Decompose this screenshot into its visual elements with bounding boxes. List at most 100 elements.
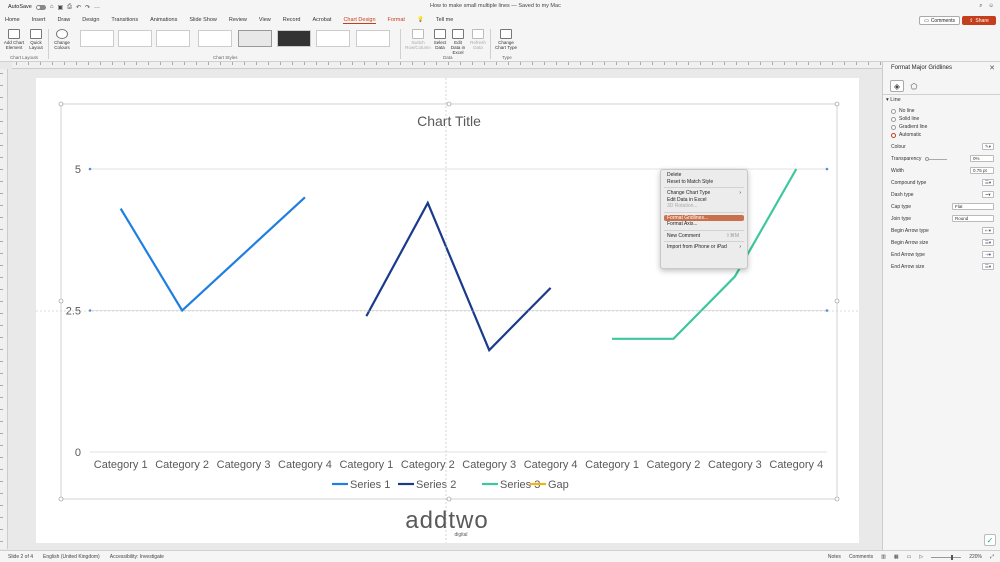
legend-label[interactable]: Gap [548, 479, 569, 491]
width-field[interactable]: 0.75 pt [970, 167, 994, 174]
slide-info: Slide 2 of 4 [8, 554, 34, 560]
radio-no-line[interactable]: No line [891, 108, 915, 114]
begin-arrow-size-icon[interactable]: ☰▾ [982, 239, 994, 246]
menu-item-3d-rotation[interactable]: 3D Rotation... [664, 203, 744, 210]
gridline-handle[interactable] [825, 167, 829, 171]
legend-label[interactable]: Series 1 [350, 479, 390, 491]
edit-data-in-excel-button[interactable]: Edit Data in Excel [449, 29, 467, 55]
checkmark-icon[interactable]: ✓ [984, 534, 996, 546]
chart-style-8[interactable] [356, 30, 390, 47]
menu-item-reset-to-match-style[interactable]: Reset to Match Style [664, 179, 744, 186]
select-data-button[interactable]: Select Data [433, 29, 447, 50]
resize-handle[interactable] [834, 298, 840, 304]
zoom-slider[interactable] [931, 554, 962, 560]
tab-acrobat[interactable]: Acrobat [312, 17, 331, 23]
tab-chart-design[interactable]: Chart Design [343, 17, 376, 24]
slideshow-icon[interactable]: ▷ [919, 554, 923, 560]
more-icon[interactable]: … [94, 4, 100, 10]
chart-style-4[interactable] [198, 30, 232, 47]
menu-item-new-comment[interactable]: New Comment ⇧⌘M [664, 233, 744, 240]
change-chart-type-button[interactable]: Change Chart Type [494, 29, 518, 50]
zoom-level[interactable]: 220% [969, 554, 982, 560]
tab-insert[interactable]: Insert [32, 17, 46, 23]
transparency-slider[interactable] [925, 157, 947, 161]
tab-draw[interactable]: Draw [57, 17, 70, 23]
section-line-header[interactable]: ▾ Line [886, 97, 901, 103]
resize-handle[interactable] [58, 496, 64, 502]
chart-style-2[interactable] [118, 30, 152, 47]
close-icon[interactable]: ✕ [989, 64, 995, 72]
chart-style-7[interactable] [316, 30, 350, 47]
end-arrow-type-icon[interactable]: ⇢▾ [982, 251, 994, 258]
radio-automatic[interactable]: Automatic [891, 132, 921, 138]
tab-home[interactable]: Home [5, 17, 20, 23]
fill-line-icon[interactable]: ◈ [890, 80, 904, 92]
notes-button[interactable]: Notes [828, 554, 841, 560]
tab-view[interactable]: View [259, 17, 271, 23]
cap-type-select[interactable]: Flat [952, 203, 994, 210]
chart-style-6[interactable] [277, 30, 311, 47]
tab-transitions[interactable]: Transitions [111, 17, 138, 23]
resize-handle[interactable] [446, 101, 452, 107]
radio-solid-line[interactable]: Solid line [891, 116, 919, 122]
chart-style-5[interactable] [238, 30, 272, 47]
resize-handle[interactable] [58, 101, 64, 107]
begin-arrow-type-icon[interactable]: ⇠▾ [982, 227, 994, 234]
gridline-handle[interactable] [88, 167, 92, 171]
search-icon[interactable]: ⌕ [979, 3, 982, 10]
switch-row-column-button[interactable]: Switch Row/Column [405, 29, 431, 50]
dash-type-icon[interactable]: ┅▾ [982, 191, 994, 198]
join-type-select[interactable]: Round [952, 215, 994, 222]
reading-view-icon[interactable]: ▭ [907, 554, 912, 560]
print-icon[interactable]: ⎙ [67, 4, 72, 11]
chart[interactable]: Chart Title 0 2.5 5 Category 1 Category 2 Ca… [36, 78, 859, 543]
tab-design[interactable]: Design [82, 17, 99, 23]
vertical-ruler [0, 69, 8, 549]
fit-slide-icon[interactable]: ⤢ [990, 554, 994, 560]
undo-icon[interactable]: ↶ [76, 4, 81, 11]
pen-colour-icon[interactable]: ✎▾ [982, 143, 994, 150]
series-line-1[interactable] [119, 196, 306, 313]
chart-style-3[interactable] [156, 30, 190, 47]
tab-review[interactable]: Review [229, 17, 247, 23]
radio-gradient-line[interactable]: Gradient line [891, 124, 927, 130]
legend-label[interactable]: Series 2 [416, 479, 456, 491]
resize-handle[interactable] [446, 496, 452, 502]
slide-sorter-icon[interactable]: ▦ [894, 554, 899, 560]
change-colours-button[interactable]: Change Colours [52, 29, 72, 50]
gridline-handle[interactable] [825, 309, 829, 312]
tab-record[interactable]: Record [283, 17, 301, 23]
menu-item-format-axis[interactable]: Format Axis... [664, 221, 744, 228]
series-line-2[interactable] [365, 200, 552, 353]
tab-animations[interactable]: Animations [150, 17, 177, 23]
quick-layout-button[interactable]: Quick Layout [27, 29, 45, 50]
tab-tell-me[interactable]: Tell me [436, 17, 453, 23]
tab-slide-show[interactable]: Slide Show [189, 17, 217, 23]
redo-icon[interactable]: ↷ [85, 4, 90, 11]
menu-item-import-from-iphone-or-ipad[interactable]: Import from iPhone or iPad › [664, 244, 744, 251]
comments-button[interactable]: ▭ Comments [919, 16, 960, 25]
home-icon[interactable]: ⌂ [50, 4, 54, 10]
chart-title[interactable]: Chart Title [417, 113, 481, 129]
autosave-toggle[interactable] [35, 4, 46, 10]
end-arrow-size-icon[interactable]: ☰▾ [982, 263, 994, 270]
tab-format[interactable]: Format [388, 17, 405, 23]
save-icon[interactable]: ▣ [57, 4, 63, 11]
pentagon-icon[interactable]: ⬠ [907, 80, 921, 92]
gridline-handle[interactable] [88, 309, 92, 312]
resize-handle[interactable] [834, 496, 840, 502]
language-status[interactable]: English (United Kingdom) [43, 554, 100, 560]
share-button[interactable]: ⇪ Share [962, 16, 996, 25]
refresh-data-button[interactable]: Refresh Data [469, 29, 487, 50]
compound-type-icon[interactable]: ☰▾ [982, 179, 994, 186]
normal-view-icon[interactable]: ▥ [881, 554, 886, 560]
accessibility-status[interactable]: Accessibility: Investigate [110, 554, 164, 560]
resize-handle[interactable] [834, 101, 840, 107]
chart-style-1[interactable] [80, 30, 114, 47]
status-comments-button[interactable]: Comments [849, 554, 873, 560]
share-people-icon[interactable]: ☺ [988, 3, 994, 10]
resize-handle[interactable] [58, 298, 64, 304]
slide-canvas[interactable]: Chart Title 0 2.5 5 Category 1 Category 2 Ca… [36, 78, 859, 543]
transparency-field[interactable]: 0% [970, 155, 994, 162]
add-chart-element-button[interactable]: Add Chart Element [3, 29, 25, 50]
